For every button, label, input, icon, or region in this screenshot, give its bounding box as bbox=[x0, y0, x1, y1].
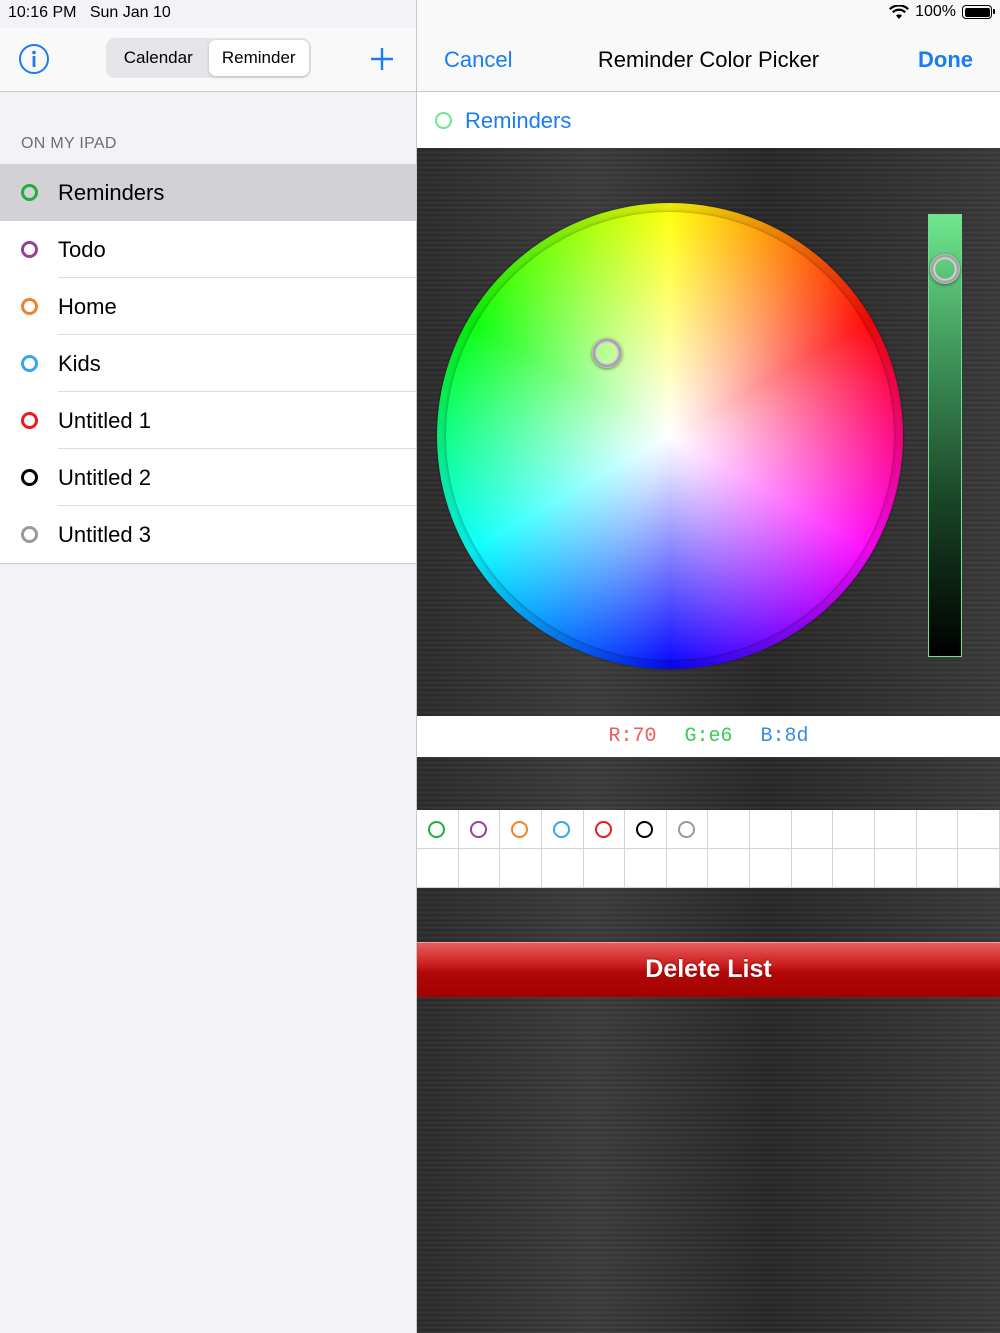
rgb-readout: R:70 G:e6 B:8d bbox=[417, 716, 1000, 757]
done-button[interactable]: Done bbox=[918, 47, 973, 73]
swatch-circle-icon bbox=[594, 821, 612, 838]
swatch-circle-icon bbox=[511, 821, 529, 838]
list-color-circle-icon bbox=[21, 412, 38, 429]
status-clock: 10:16 PM bbox=[8, 4, 77, 21]
empty-swatch-slot bbox=[417, 849, 459, 888]
list-item[interactable]: Home bbox=[0, 278, 416, 335]
color-swatch[interactable] bbox=[417, 810, 459, 849]
empty-swatch-slot bbox=[541, 849, 584, 888]
empty-swatch-slot bbox=[625, 849, 667, 888]
color-swatch[interactable] bbox=[666, 810, 709, 849]
battery-level bbox=[964, 7, 990, 17]
list-item[interactable]: Kids bbox=[0, 335, 416, 392]
empty-swatch-slot bbox=[958, 849, 1000, 888]
empty-swatch-slot bbox=[958, 810, 1000, 849]
list-item[interactable]: Reminders bbox=[0, 164, 416, 221]
empty-swatch-slot bbox=[791, 810, 834, 849]
list-color-circle-icon bbox=[21, 355, 38, 372]
empty-swatch-slot bbox=[791, 849, 834, 888]
red-value: R:70 bbox=[608, 725, 657, 748]
empty-swatch-slot bbox=[750, 810, 792, 849]
list-sidebar: Calendar Reminder ON MY IPAD Reminders Tod… bbox=[0, 0, 417, 1333]
empty-swatch-slot bbox=[458, 849, 501, 888]
info-circle-icon bbox=[19, 44, 49, 74]
list-item-label: Reminders bbox=[58, 179, 165, 205]
color-wheel-knob[interactable] bbox=[592, 338, 622, 368]
empty-swatch-slot bbox=[916, 810, 959, 849]
segment-calendar[interactable]: Calendar bbox=[108, 40, 209, 76]
brightness-slider-knob[interactable] bbox=[930, 254, 960, 284]
list-color-circle-icon bbox=[21, 184, 38, 201]
list-color-circle-icon bbox=[21, 469, 38, 486]
empty-swatch-slot bbox=[708, 810, 750, 849]
empty-swatch-slot bbox=[500, 849, 542, 888]
list-item-label: Home bbox=[58, 293, 117, 319]
list-item[interactable]: Untitled 1 bbox=[0, 392, 416, 449]
color-swatch[interactable] bbox=[458, 810, 501, 849]
color-swatch[interactable] bbox=[583, 810, 626, 849]
delete-list-button[interactable]: Delete List bbox=[417, 942, 1000, 997]
list-item[interactable]: Todo bbox=[0, 221, 416, 278]
list-color-circle-icon bbox=[21, 526, 38, 543]
list-color-circle-icon bbox=[21, 298, 38, 315]
segment-reminder[interactable]: Reminder bbox=[208, 40, 309, 76]
swatch-circle-icon bbox=[677, 821, 695, 838]
empty-swatch-slot bbox=[583, 849, 626, 888]
empty-swatch-slot bbox=[666, 849, 709, 888]
status-bar: 10:16 PM Sun Jan 10 100% bbox=[0, 0, 1000, 28]
list-item-label: Kids bbox=[58, 350, 101, 376]
list-item-label: Todo bbox=[58, 236, 106, 262]
list-item[interactable]: Untitled 2 bbox=[0, 449, 416, 506]
list-item-label: Untitled 2 bbox=[58, 464, 151, 490]
status-date: Sun Jan 10 bbox=[89, 4, 171, 21]
info-button[interactable] bbox=[18, 43, 50, 75]
color-swatch[interactable] bbox=[541, 810, 584, 849]
list-color-circle-icon bbox=[21, 241, 38, 258]
color-wheel[interactable] bbox=[437, 203, 903, 669]
list-item-label: Untitled 1 bbox=[58, 407, 151, 433]
swatch-circle-icon bbox=[552, 821, 570, 838]
current-color-indicator bbox=[435, 112, 452, 129]
swatch-circle-icon bbox=[428, 821, 445, 838]
empty-swatch-slot bbox=[833, 810, 875, 849]
color-swatch[interactable] bbox=[625, 810, 667, 849]
list-item-label: Untitled 3 bbox=[58, 521, 151, 547]
color-picker-panel: Cancel Reminder Color Picker Done R:70 G… bbox=[417, 0, 1000, 1333]
empty-swatch-slot bbox=[708, 849, 750, 888]
picker-title: Reminder Color Picker bbox=[597, 47, 820, 72]
empty-swatch-slot bbox=[874, 849, 917, 888]
list-item[interactable]: Untitled 3 bbox=[0, 506, 416, 563]
view-segmented-control: Calendar Reminder bbox=[106, 38, 311, 78]
swatch-circle-icon bbox=[469, 821, 487, 838]
reminder-lists: Reminders Todo Home Kids Untitled 1 Untitled … bbox=[0, 164, 416, 564]
battery-percent: 100% bbox=[915, 3, 956, 20]
list-name-input[interactable] bbox=[465, 104, 965, 138]
green-value: G:e6 bbox=[684, 725, 733, 748]
brightness-slider[interactable] bbox=[928, 214, 962, 657]
swatch-circle-icon bbox=[636, 821, 654, 838]
empty-swatch-slot bbox=[833, 849, 875, 888]
list-name-row bbox=[417, 92, 1000, 148]
blue-value: B:8d bbox=[760, 725, 809, 748]
color-wheel-area bbox=[417, 148, 1000, 716]
color-swatch[interactable] bbox=[500, 810, 542, 849]
empty-swatch-slot bbox=[750, 849, 792, 888]
battery-icon bbox=[962, 5, 995, 19]
add-list-button[interactable] bbox=[366, 43, 398, 75]
status-time: 10:16 PM Sun Jan 10 bbox=[8, 4, 171, 22]
section-header: ON MY IPAD bbox=[21, 135, 117, 152]
empty-swatch-slot bbox=[874, 810, 917, 849]
color-wheel-ring bbox=[446, 212, 894, 660]
status-indicators: 100% bbox=[889, 3, 995, 21]
sidebar-nav-bar: Calendar Reminder bbox=[0, 28, 416, 92]
wifi-icon bbox=[889, 4, 910, 19]
color-swatch-grid bbox=[417, 810, 1000, 888]
empty-swatch-slot bbox=[916, 849, 959, 888]
plus-icon bbox=[371, 48, 393, 70]
